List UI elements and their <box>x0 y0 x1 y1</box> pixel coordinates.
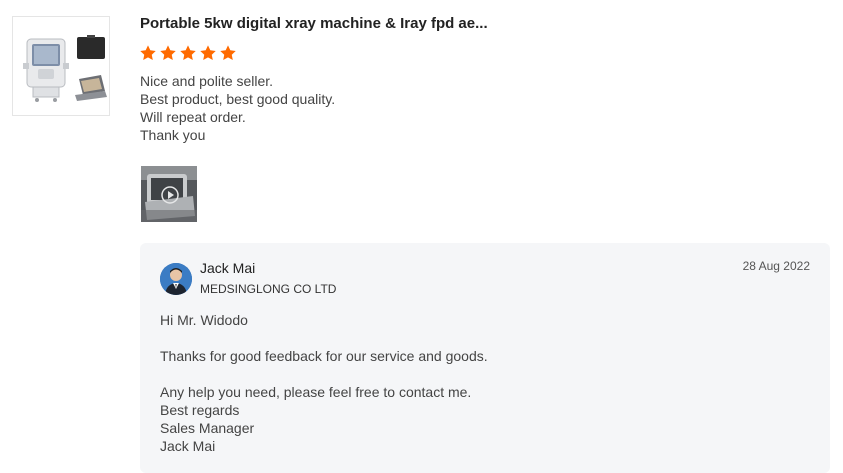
seller-reply: Jack Mai MEDSINGLONG CO LTD 28 Aug 2022 … <box>140 243 830 473</box>
review-line: Thank you <box>140 127 206 143</box>
xray-machine-icon <box>23 35 107 102</box>
review-photo[interactable] <box>141 166 197 222</box>
review-line: Best product, best good quality. <box>140 91 336 107</box>
reply-text: Hi Mr. Widodo Thanks for good feedback f… <box>160 311 488 455</box>
reply-line <box>160 365 488 383</box>
product-thumbnail[interactable] <box>12 16 110 116</box>
review-text: Nice and polite seller. Best product, be… <box>140 72 335 144</box>
star-icon <box>199 44 217 62</box>
seller-company: MEDSINGLONG CO LTD <box>200 282 337 296</box>
avatar <box>160 263 192 295</box>
reply-line <box>160 329 488 347</box>
star-rating <box>139 44 237 62</box>
review-line: Will repeat order. <box>140 109 246 125</box>
review-photo-thumbnail-icon <box>141 166 197 222</box>
reply-line: Best regards <box>160 402 240 418</box>
review-line: Nice and polite seller. <box>140 73 274 89</box>
star-icon <box>219 44 237 62</box>
reply-date: 28 Aug 2022 <box>742 259 810 273</box>
seller-name: Jack Mai <box>200 260 256 276</box>
reply-line: Any help you need, please feel free to c… <box>160 384 472 400</box>
reply-line: Sales Manager <box>160 420 255 436</box>
reply-line: Jack Mai <box>160 438 216 454</box>
star-icon <box>139 44 157 62</box>
reply-line: Thanks for good feedback for our service… <box>160 348 488 364</box>
seller-avatar-icon <box>160 263 192 295</box>
reply-line: Hi Mr. Widodo <box>160 312 248 328</box>
product-title[interactable]: Portable 5kw digital xray machine & Iray… <box>140 15 500 32</box>
star-icon <box>159 44 177 62</box>
star-icon <box>179 44 197 62</box>
